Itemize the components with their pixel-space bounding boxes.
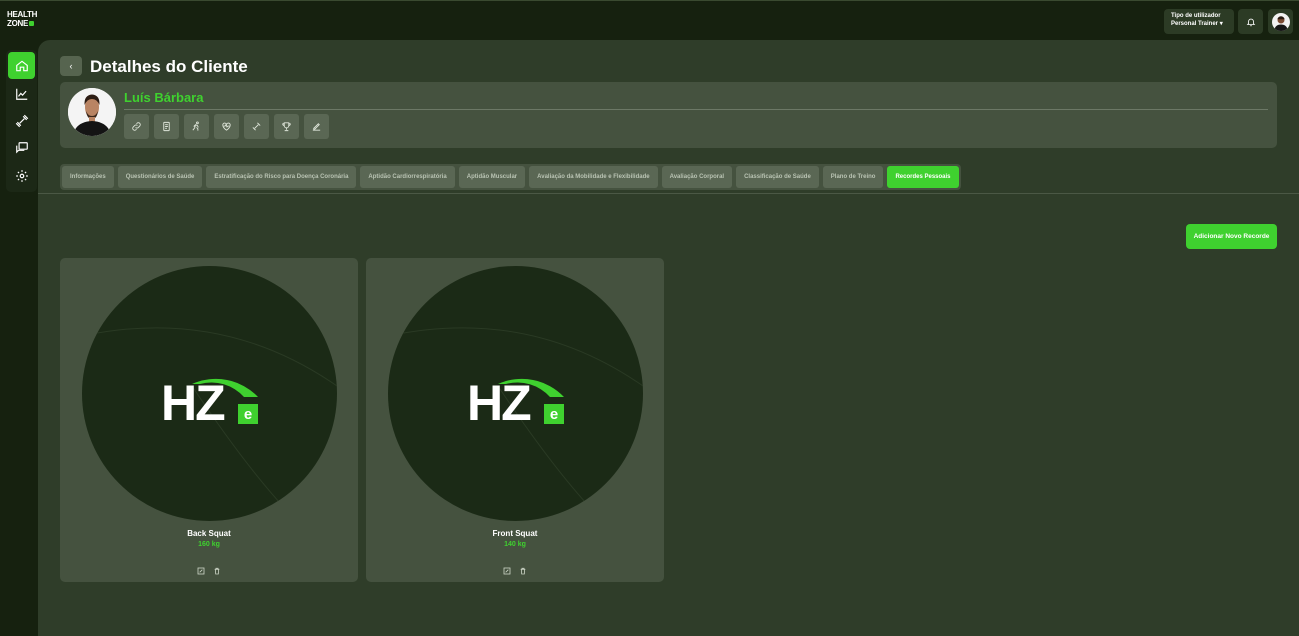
edit-icon — [312, 123, 321, 131]
gear-icon — [15, 169, 28, 182]
tab-estratificacao-risco[interactable]: Estratificação do Risco para Doença Coro… — [206, 166, 357, 188]
record-value: 140 kg — [504, 541, 526, 548]
chevron-down-icon: ▾ — [1219, 21, 1223, 27]
tab-recordes-pessoais[interactable]: Recordes Pessoais — [887, 166, 959, 188]
back-button[interactable]: ‹ — [60, 56, 82, 76]
heart-button[interactable] — [214, 114, 239, 139]
trash-icon[interactable] — [519, 567, 527, 575]
client-tabs: Informações Questionários de Saúde Estra… — [60, 164, 961, 190]
tab-aptidao-cardiorrespiratoria[interactable]: Aptidão Cardiorrespiratória — [360, 166, 455, 188]
record-actions — [60, 567, 358, 575]
logo-dot — [29, 21, 35, 26]
tab-classificacao-saude[interactable]: Classificação de Saúde — [736, 166, 819, 188]
record-card[interactable]: e HZ Back Squat 160 kg — [60, 258, 358, 582]
sidebar-item-home[interactable] — [8, 52, 35, 79]
add-record-button[interactable]: Adicionar Novo Recorde — [1186, 224, 1277, 249]
main-content: ‹ Detalhes do Cliente Luís Bárbara Infor… — [38, 40, 1299, 636]
document-icon — [163, 121, 170, 132]
running-button[interactable] — [184, 114, 209, 139]
record-image: e HZ — [82, 266, 337, 521]
top-bar: HEALTH ZONE Tipo de utilizador Personal … — [0, 0, 1299, 40]
dumbbell-button[interactable] — [244, 114, 269, 139]
trophy-icon — [282, 122, 291, 132]
tab-plano-treino[interactable]: Plano de Treino — [822, 166, 884, 188]
page-title: Detalhes do Cliente — [90, 57, 248, 76]
client-photo — [68, 88, 116, 136]
logo-line-2: ZONE — [7, 19, 29, 28]
svg-text:e: e — [244, 406, 252, 423]
record-name: Back Squat — [187, 529, 231, 538]
record-actions — [366, 567, 664, 575]
record-name: Front Squat — [492, 529, 538, 538]
sidebar-item-messages[interactable] — [8, 134, 35, 161]
link-button[interactable] — [124, 114, 149, 139]
edit-icon[interactable] — [503, 567, 511, 575]
record-image: e HZ — [388, 266, 643, 521]
running-icon — [192, 121, 199, 131]
tab-mobilidade-flexibilidade[interactable]: Avaliação da Mobilidade e Flexibilidade — [529, 166, 658, 188]
bell-icon — [1246, 18, 1255, 26]
svg-text:e: e — [550, 406, 558, 423]
tab-avaliacao-corporal[interactable]: Avaliação Corporal — [661, 166, 733, 188]
notifications-button[interactable] — [1238, 9, 1263, 34]
chart-icon — [15, 88, 27, 100]
client-card: Luís Bárbara — [60, 82, 1277, 148]
tabs-divider — [38, 193, 1299, 194]
trash-icon[interactable] — [213, 567, 221, 575]
edit-button[interactable] — [304, 114, 329, 139]
home-icon — [15, 60, 28, 71]
sidebar-item-settings[interactable] — [8, 162, 35, 189]
user-type-value: Personal Trainer — [1171, 21, 1219, 27]
client-name: Luís Bárbara — [124, 90, 204, 105]
logo-text: HZ — [467, 375, 532, 431]
sidebar — [6, 50, 37, 192]
user-type-label: Tipo de utilizador — [1171, 13, 1221, 19]
dumbbell-icon — [252, 122, 261, 131]
link-icon — [132, 122, 141, 131]
record-card[interactable]: e HZ Front Squat 140 kg — [366, 258, 664, 582]
dumbbell-icon — [15, 114, 28, 127]
sidebar-item-stats[interactable] — [8, 80, 35, 107]
document-button[interactable] — [154, 114, 179, 139]
logo-line-1: HEALTH — [7, 10, 38, 19]
avatar — [1271, 12, 1290, 31]
app-logo[interactable]: HEALTH ZONE — [7, 11, 37, 33]
user-type-dropdown[interactable]: Tipo de utilizador Personal Trainer ▾ — [1164, 9, 1234, 34]
divider — [124, 109, 1268, 110]
tab-aptidao-muscular[interactable]: Aptidão Muscular — [458, 166, 526, 188]
trophy-button[interactable] — [274, 114, 299, 139]
sidebar-item-workouts[interactable] — [8, 107, 35, 134]
tab-informacoes[interactable]: Informações — [62, 166, 114, 188]
profile-button[interactable] — [1268, 9, 1293, 34]
logo-text: HZ — [161, 375, 226, 431]
edit-icon[interactable] — [197, 567, 205, 575]
chat-icon — [15, 141, 28, 153]
heart-icon — [222, 122, 231, 131]
record-value: 160 kg — [198, 541, 220, 548]
tab-questionarios-saude[interactable]: Questionários de Saúde — [117, 166, 203, 188]
client-actions — [124, 114, 329, 139]
